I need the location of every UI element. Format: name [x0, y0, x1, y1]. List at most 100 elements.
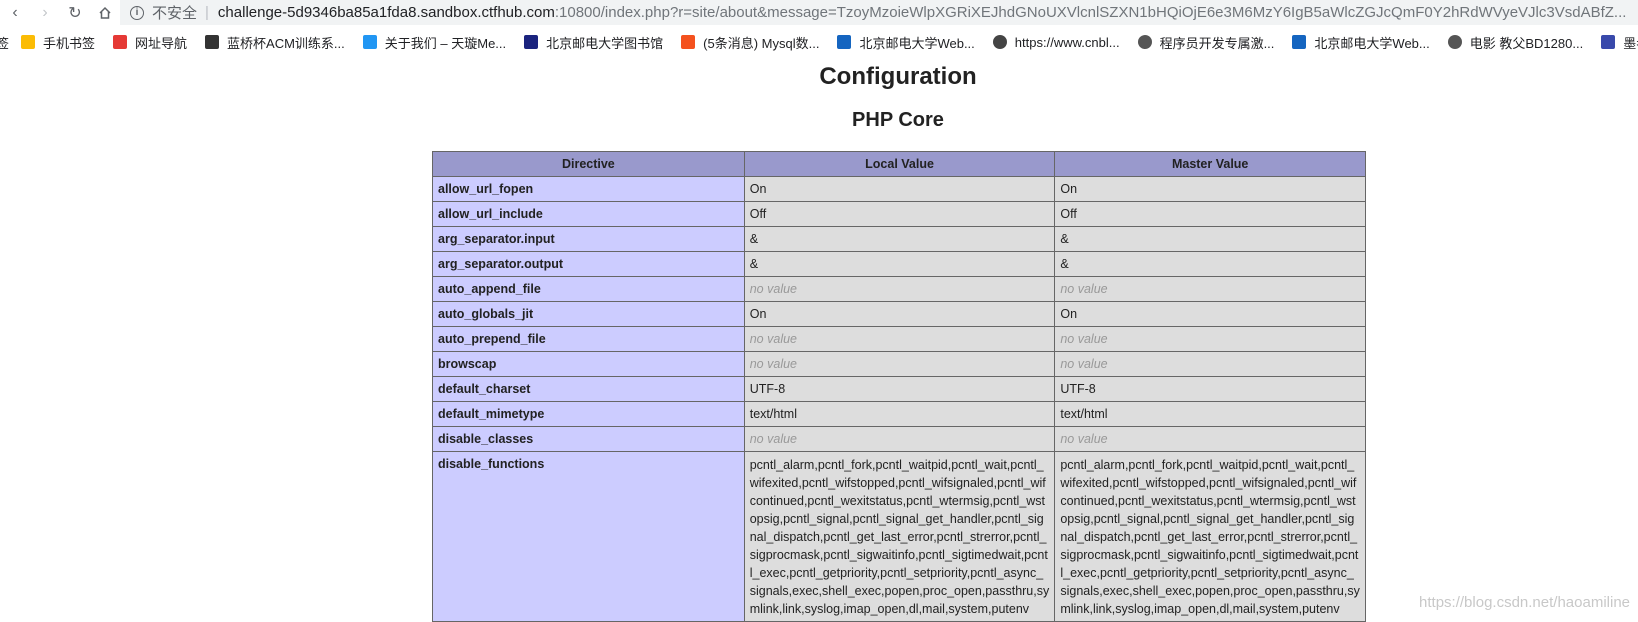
bookmark-item[interactable]: 蓝桥杯ACM训练系... [205, 33, 345, 52]
bookmark-label: 蓝桥杯ACM训练系... [227, 35, 345, 51]
page-content: Configuration PHP Core Directive Local V… [0, 59, 1638, 622]
table-row: allow_url_include Off Off [432, 201, 1366, 227]
address-separator: | [205, 4, 209, 21]
config-table: Directive Local Value Master Value allow… [432, 151, 1366, 622]
bookmark-item[interactable]: 北京邮电大学Web... [1292, 33, 1430, 52]
bookmark-item[interactable]: 手机书签 [21, 33, 95, 52]
table-row: auto_append_file no value no value [432, 276, 1366, 302]
bookmark-label: (5条消息) Mysql数... [703, 35, 820, 51]
insecure-label: 不安全 [152, 5, 198, 22]
master-value-cell: no value [1054, 326, 1366, 352]
reload-button[interactable]: ↻ [60, 0, 90, 25]
table-row: auto_prepend_file no value no value [432, 326, 1366, 352]
bookmark-item[interactable]: (5条消息) Mysql数... [681, 33, 819, 52]
library-icon [524, 35, 539, 49]
bookmark-item[interactable]: 电影 教父BD1280... [1447, 33, 1584, 52]
url-path: :10800/index.php?r=site/about&message=Tz… [554, 4, 1627, 21]
directive-cell: auto_append_file [432, 276, 745, 302]
table-row: default_charset UTF-8 UTF-8 [432, 376, 1366, 402]
directive-cell: default_mimetype [432, 401, 745, 427]
table-row: browscap no value no value [432, 351, 1366, 377]
bookmark-item[interactable]: 北京邮电大学图书馆 [524, 33, 663, 52]
globe-icon [1447, 35, 1462, 49]
arrow-left-icon: ‹ [12, 3, 18, 21]
bookmark-item[interactable]: 北京邮电大学Web... [837, 33, 975, 52]
bookmark-label: 关于我们 – 天璇Me... [384, 35, 507, 51]
directive-cell: allow_url_include [432, 201, 745, 227]
no-value-text: no value [1060, 282, 1108, 296]
bookmark-label: 北京邮电大学图书馆 [546, 35, 664, 51]
no-value-text: no value [1060, 332, 1108, 346]
local-value-cell: no value [743, 276, 1056, 302]
local-value-cell: text/html [743, 401, 1056, 427]
local-value-cell: Off [743, 201, 1056, 227]
browser-toolbar: ‹ › ↻ i 不安全 | challenge-5d9346ba85a1fda8… [0, 0, 1638, 25]
no-value-text: no value [749, 357, 797, 371]
mozhe-icon [1601, 35, 1616, 49]
bookmark-label: 手机书签 [43, 35, 96, 51]
table-row: disable_classes no value no value [432, 426, 1366, 452]
arrow-right-icon: › [42, 3, 48, 21]
site-nav-icon [113, 35, 128, 49]
directive-cell: auto_prepend_file [432, 326, 745, 352]
bookmark-item[interactable]: 程序员开发专属激... [1137, 33, 1275, 52]
local-value-cell: On [743, 176, 1056, 202]
bookmark-item[interactable]: 网址导航 [113, 33, 187, 52]
bupt-icon [837, 35, 852, 49]
home-button[interactable] [90, 0, 120, 25]
directive-cell: disable_functions [432, 451, 745, 622]
no-value-text: no value [1060, 432, 1108, 446]
no-value-text: no value [1060, 357, 1108, 371]
section-title: PHP Core [852, 109, 944, 131]
bookmark-label: 北京邮电大学Web... [859, 35, 975, 51]
back-button[interactable]: ‹ [0, 0, 30, 25]
bookmark-label: 网址导航 [135, 35, 188, 51]
directive-cell: arg_separator.input [432, 226, 745, 252]
table-header-row: Directive Local Value Master Value [432, 151, 1366, 177]
bupt-icon [1292, 35, 1307, 49]
master-value-cell: no value [1054, 351, 1366, 377]
header-master-value: Master Value [1054, 151, 1366, 177]
table-row: auto_globals_jit On On [432, 301, 1366, 327]
master-value-cell: Off [1054, 201, 1366, 227]
local-value-cell: no value [743, 426, 1056, 452]
address-bar[interactable]: i 不安全 | challenge-5d9346ba85a1fda8.sandb… [120, 0, 1638, 25]
table-row: arg_separator.input & & [432, 226, 1366, 252]
home-icon [99, 6, 111, 19]
directive-cell: default_charset [432, 376, 745, 402]
bookmark-item[interactable]: 关于我们 – 天璇Me... [362, 33, 507, 52]
bookmark-label: 北京邮电大学Web... [1314, 35, 1430, 51]
lanqiao-icon [205, 35, 220, 49]
master-value-cell: pcntl_alarm,pcntl_fork,pcntl_waitpid,pcn… [1054, 451, 1366, 622]
no-value-text: no value [749, 432, 797, 446]
bookmark-item[interactable]: 签 [0, 33, 9, 52]
watermark: https://blog.csdn.net/haoamiline [1419, 594, 1630, 611]
bookmark-item[interactable]: https://www.cnbl... [992, 35, 1120, 50]
bookmarks-bar: 签 手机书签 网址导航 蓝桥杯ACM训练系... 关于我们 – 天璇Me... 北京邮电大… [0, 25, 1638, 59]
bookmark-mobile-icon [21, 35, 36, 49]
url-host: challenge-5d9346ba85a1fda8.sandbox.ctfhu… [217, 4, 555, 21]
master-value-cell: text/html [1054, 401, 1366, 427]
master-value-cell: & [1054, 226, 1366, 252]
table-row: arg_separator.output & & [432, 251, 1366, 277]
bookmark-label: 电影 教父BD1280... [1469, 35, 1584, 51]
table-row: default_mimetype text/html text/html [432, 401, 1366, 427]
local-value-cell: & [743, 251, 1056, 277]
local-value-cell: no value [743, 326, 1056, 352]
forward-button[interactable]: › [30, 0, 60, 25]
master-value-cell: On [1054, 301, 1366, 327]
info-icon[interactable]: i [130, 5, 144, 20]
no-value-text: no value [749, 332, 797, 346]
master-value-cell: & [1054, 251, 1366, 277]
table-row: disable_functions pcntl_alarm,pcntl_fork,… [432, 451, 1366, 622]
directive-cell: allow_url_fopen [432, 176, 745, 202]
star-burst-icon [362, 35, 377, 49]
bookmark-label: 程序员开发专属激... [1159, 35, 1275, 51]
cnblogs-icon [992, 35, 1007, 49]
bookmark-item[interactable]: 墨者学院 勤 [1601, 33, 1638, 52]
no-value-text: no value [749, 282, 797, 296]
bookmark-label: 墨者学院 勤 [1623, 35, 1638, 51]
directive-cell: arg_separator.output [432, 251, 745, 277]
master-value-cell: no value [1054, 426, 1366, 452]
globe-icon [1137, 35, 1152, 49]
